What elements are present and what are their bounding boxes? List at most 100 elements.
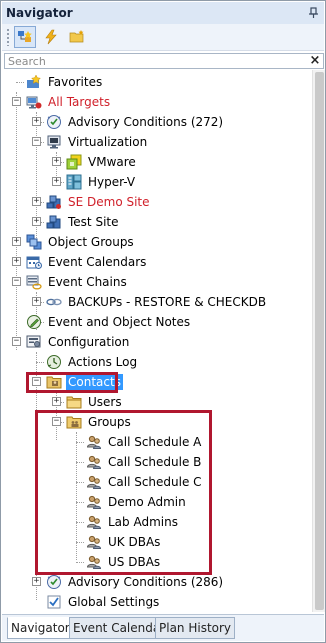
configuration-icon bbox=[26, 334, 42, 350]
navigator-tree: Favorites − All Targets + Advisory Condi… bbox=[2, 70, 312, 612]
groups-folder-icon bbox=[66, 414, 82, 430]
tree-item-label: Event Calendars bbox=[48, 255, 147, 269]
user-group-icon bbox=[86, 434, 102, 450]
site-icon bbox=[46, 194, 62, 210]
expand-toggle[interactable]: + bbox=[32, 297, 41, 306]
lightning-icon[interactable] bbox=[40, 26, 62, 48]
tree-item-object-groups[interactable]: + Object Groups bbox=[2, 232, 312, 252]
tree-item-uk-dbas[interactable]: UK DBAs bbox=[2, 532, 312, 552]
bottom-tabs: Navigator Event Calendar Plan History bbox=[2, 614, 324, 641]
tree-item-advisory-conditions-config[interactable]: + Advisory Conditions (286) bbox=[2, 572, 312, 592]
actions-log-icon bbox=[46, 354, 62, 370]
tree-item-contacts[interactable]: − Contacts bbox=[2, 372, 312, 392]
tree-item-label: Favorites bbox=[48, 75, 103, 89]
tree-item-label: Call Schedule B bbox=[108, 455, 202, 469]
tree-item-us-dbas[interactable]: US DBAs bbox=[2, 552, 312, 572]
collapse-toggle[interactable]: − bbox=[12, 277, 21, 286]
chain-link-icon bbox=[46, 294, 62, 310]
collapse-toggle[interactable]: − bbox=[32, 137, 41, 146]
expand-toggle[interactable]: + bbox=[32, 197, 41, 206]
search-input[interactable] bbox=[5, 54, 307, 68]
pin-icon[interactable] bbox=[304, 3, 324, 23]
user-group-icon bbox=[86, 454, 102, 470]
tree-item-label: Event and Object Notes bbox=[48, 315, 191, 329]
tab-navigator[interactable]: Navigator bbox=[7, 617, 74, 639]
tree-item-hyper-v[interactable]: + Hyper-V bbox=[2, 172, 312, 192]
collapse-toggle[interactable]: − bbox=[12, 337, 21, 346]
tree-item-event-calendars[interactable]: + Event Calendars bbox=[2, 252, 312, 272]
tree-item-se-demo-site[interactable]: + SE Demo Site bbox=[2, 192, 312, 212]
tree-item-label: Hyper-V bbox=[88, 175, 136, 189]
tree-item-label: Call Schedule A bbox=[108, 435, 202, 449]
tree-item-label: Global Settings bbox=[68, 595, 160, 609]
tree-item-label: Advisory Conditions (286) bbox=[68, 575, 224, 589]
expand-toggle[interactable]: + bbox=[32, 217, 41, 226]
tree-item-event-object-notes[interactable]: Event and Object Notes bbox=[2, 312, 312, 332]
tree-item-label: UK DBAs bbox=[108, 535, 161, 549]
expand-toggle[interactable]: + bbox=[52, 157, 61, 166]
vmware-icon bbox=[66, 154, 82, 170]
tree-item-label: Call Schedule C bbox=[108, 475, 202, 489]
expand-toggle[interactable]: + bbox=[52, 397, 61, 406]
folder-new-icon[interactable] bbox=[66, 26, 88, 48]
tree-item-all-targets[interactable]: − All Targets bbox=[2, 92, 312, 112]
tree-item-users[interactable]: + Users bbox=[2, 392, 312, 412]
tree-item-global-settings[interactable]: Global Settings bbox=[2, 592, 312, 612]
collapse-toggle[interactable]: − bbox=[12, 97, 21, 106]
tree-item-label: VMware bbox=[88, 155, 136, 169]
tree-item-event-chains[interactable]: − Event Chains bbox=[2, 272, 312, 292]
clear-search-button[interactable]: × bbox=[307, 54, 323, 68]
all-targets-icon bbox=[26, 94, 42, 110]
tree-item-test-site[interactable]: + Test Site bbox=[2, 212, 312, 232]
tree-item-demo-admin[interactable]: Demo Admin bbox=[2, 492, 312, 512]
tree-item-vmware[interactable]: + VMware bbox=[2, 152, 312, 172]
user-group-icon bbox=[86, 494, 102, 510]
toolbar-grip[interactable] bbox=[6, 28, 10, 46]
tree-item-label: All Targets bbox=[48, 95, 111, 109]
hyper-v-icon bbox=[66, 174, 82, 190]
virtualization-icon bbox=[46, 134, 62, 150]
search-box: × bbox=[4, 53, 324, 69]
event-chains-icon bbox=[26, 274, 42, 290]
notes-icon bbox=[26, 314, 42, 330]
tree-item-label: Actions Log bbox=[68, 355, 138, 369]
tree-item-label: Object Groups bbox=[48, 235, 134, 249]
tree-item-actions-log[interactable]: Actions Log bbox=[2, 352, 312, 372]
collapse-toggle[interactable]: − bbox=[52, 417, 61, 426]
tree-item-label: US DBAs bbox=[108, 555, 161, 569]
expand-toggle[interactable]: + bbox=[12, 257, 21, 266]
tree-item-call-schedule-c[interactable]: Call Schedule C bbox=[2, 472, 312, 492]
calendar-icon bbox=[26, 254, 42, 270]
tab-plan-history[interactable]: Plan History bbox=[155, 617, 236, 639]
tree-item-lab-admins[interactable]: Lab Admins bbox=[2, 512, 312, 532]
tree-item-favorites[interactable]: Favorites bbox=[2, 72, 312, 92]
tree-item-call-schedule-b[interactable]: Call Schedule B bbox=[2, 452, 312, 472]
tree-item-label: Virtualization bbox=[68, 135, 148, 149]
collapse-toggle[interactable]: − bbox=[32, 377, 41, 386]
tree-item-label: Contacts bbox=[66, 374, 123, 390]
tree-item-groups[interactable]: − Groups bbox=[2, 412, 312, 432]
favorites-star-icon bbox=[26, 74, 42, 90]
vertical-scrollbar[interactable] bbox=[312, 70, 325, 612]
advisory-conditions-icon bbox=[46, 574, 62, 590]
object-groups-icon bbox=[26, 234, 42, 250]
global-settings-icon bbox=[46, 594, 62, 610]
scrollbar-thumb[interactable] bbox=[315, 72, 324, 610]
tree-item-label: Groups bbox=[88, 415, 131, 429]
tree-item-label: Users bbox=[88, 395, 122, 409]
tree-item-advisory-conditions[interactable]: + Advisory Conditions (272) bbox=[2, 112, 312, 132]
expand-toggle[interactable]: + bbox=[32, 577, 41, 586]
expand-toggle[interactable]: + bbox=[32, 117, 41, 126]
user-group-icon bbox=[86, 514, 102, 530]
tree-item-virtualization[interactable]: − Virtualization bbox=[2, 132, 312, 152]
user-group-icon bbox=[86, 474, 102, 490]
expand-toggle[interactable]: + bbox=[12, 237, 21, 246]
tree-view-icon[interactable] bbox=[14, 26, 36, 48]
tree-item-call-schedule-a[interactable]: Call Schedule A bbox=[2, 432, 312, 452]
user-group-icon bbox=[86, 534, 102, 550]
tree-item-label: Advisory Conditions (272) bbox=[68, 115, 224, 129]
tree-item-configuration[interactable]: − Configuration bbox=[2, 332, 312, 352]
advisory-conditions-icon bbox=[46, 114, 62, 130]
expand-toggle[interactable]: + bbox=[52, 177, 61, 186]
tree-item-backups-restore-checkdb[interactable]: + BACKUPs - RESTORE & CHECKDB bbox=[2, 292, 312, 312]
